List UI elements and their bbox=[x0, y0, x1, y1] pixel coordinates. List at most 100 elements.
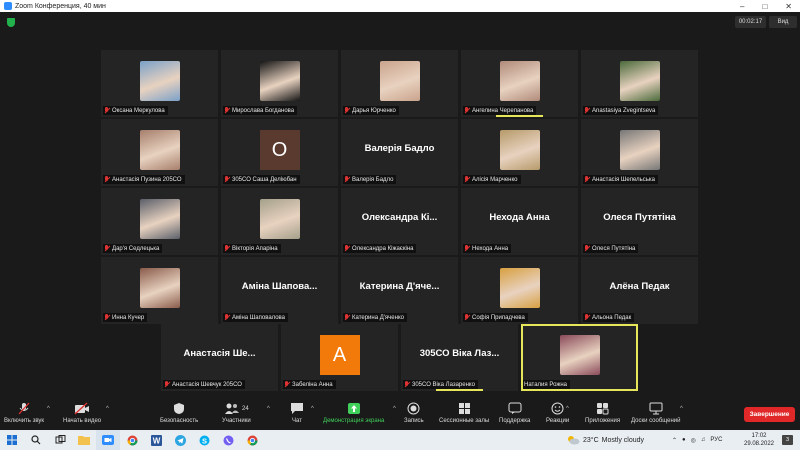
microphone-tray-icon[interactable]: ● bbox=[682, 437, 686, 443]
participant-tile[interactable]: Инна Кучер bbox=[101, 257, 218, 324]
muted-mic-icon bbox=[584, 314, 590, 321]
weather-widget[interactable]: 23°C Mostly cloudy bbox=[566, 430, 644, 450]
muted-mic-icon bbox=[464, 314, 470, 321]
support-button[interactable]: Поддержка bbox=[499, 402, 530, 424]
participant-name: Олеся Путятіна bbox=[592, 245, 636, 252]
participant-name-label: Олеся Путятіна bbox=[583, 244, 639, 253]
participant-tile[interactable]: Олеся Путятіна Олеся Путятіна bbox=[581, 188, 698, 255]
participant-tile[interactable]: Олександра Кі... Олександра Кіжаєкіна bbox=[341, 188, 458, 255]
breakout-rooms-button[interactable]: Сессионные залы bbox=[439, 402, 489, 424]
wifi-icon[interactable]: ◎ bbox=[691, 437, 696, 444]
record-button[interactable]: Запись bbox=[404, 402, 424, 424]
participant-tile[interactable]: Вікторія Апаріна bbox=[221, 188, 338, 255]
participant-tile[interactable]: А Забеліна Анна bbox=[281, 324, 398, 391]
participant-initial-avatar: А bbox=[319, 335, 360, 375]
participant-tile[interactable]: Мирослава Богданова bbox=[221, 50, 338, 117]
chat-options-caret-icon[interactable]: ^ bbox=[311, 406, 314, 412]
skype-icon[interactable]: S bbox=[192, 430, 216, 450]
participants-icon: 24 bbox=[224, 402, 249, 415]
participant-name: Анастасія Шепельська bbox=[592, 176, 655, 183]
audio-button[interactable]: Включить звук bbox=[4, 402, 44, 424]
meeting-toolbar: Включить звук ^ Начать видео ^ Безопасно… bbox=[0, 400, 800, 430]
windows-start-icon[interactable] bbox=[0, 430, 24, 450]
muted-mic-icon bbox=[224, 245, 230, 252]
participant-name: 305СО Віка Лазаренко bbox=[412, 381, 475, 388]
video-options-caret-icon[interactable]: ^ bbox=[106, 406, 109, 412]
participant-tile[interactable]: Дар'я Седлецька bbox=[101, 188, 218, 255]
participant-name-label: Валерія Бадло bbox=[343, 175, 397, 184]
participant-name: Вікторія Апаріна bbox=[232, 245, 278, 252]
participant-tile[interactable]: Оксана Меркулова bbox=[101, 50, 218, 117]
notification-center-icon[interactable]: 3 bbox=[782, 435, 793, 445]
participant-tile[interactable]: Наталия Рожна bbox=[521, 324, 638, 391]
telegram-icon[interactable] bbox=[168, 430, 192, 450]
muted-mic-icon bbox=[344, 245, 350, 252]
participants-button[interactable]: 24 Участники bbox=[222, 402, 251, 424]
participant-tile[interactable]: Анастасія Пузина 205СО bbox=[101, 119, 218, 186]
chrome-icon[interactable] bbox=[120, 430, 144, 450]
participant-tile[interactable]: Алёна Педак Альона Педак bbox=[581, 257, 698, 324]
participants-options-caret-icon[interactable]: ^ bbox=[267, 406, 270, 412]
participant-name-label: Дар'я Седлецька bbox=[103, 244, 163, 253]
end-meeting-button[interactable]: Завершение bbox=[744, 407, 795, 422]
chrome-profile-icon[interactable] bbox=[240, 430, 264, 450]
participant-name: Алісія Марченко bbox=[472, 176, 518, 183]
participant-tile[interactable]: Софія Припадчева bbox=[461, 257, 578, 324]
participant-name-label: Вікторія Апаріна bbox=[223, 244, 281, 253]
participant-tile[interactable]: Ангелина Черепанова bbox=[461, 50, 578, 117]
participant-tile[interactable]: Валерія Бадло Валерія Бадло bbox=[341, 119, 458, 186]
volume-icon[interactable]: ♫ bbox=[701, 437, 706, 443]
participant-tile[interactable]: Нехода Анна Нехода Анна bbox=[461, 188, 578, 255]
participant-display-name: 305СО Віка Лаз... bbox=[419, 348, 500, 359]
participant-name-label: Мирослава Богданова bbox=[223, 106, 298, 115]
participant-tile[interactable]: Anastasiya Zvegintseva bbox=[581, 50, 698, 117]
participant-tile[interactable]: Алісія Марченко bbox=[461, 119, 578, 186]
participant-name-label: 305СО Саша Деліюбан bbox=[223, 175, 300, 184]
participant-tile[interactable]: Анастасія Шепельська bbox=[581, 119, 698, 186]
share-options-caret-icon[interactable]: ^ bbox=[393, 406, 396, 412]
whiteboards-button[interactable]: Доски сообщений bbox=[631, 402, 681, 424]
chat-label: Чат bbox=[292, 418, 302, 424]
encryption-shield-icon[interactable] bbox=[7, 18, 15, 27]
participant-name: Инна Кучер bbox=[112, 314, 145, 321]
participant-name: Софія Припадчева bbox=[472, 314, 525, 321]
participant-name-label: Анастасія Пузина 205СО bbox=[103, 175, 185, 184]
file-explorer-icon[interactable] bbox=[72, 430, 96, 450]
audio-options-caret-icon[interactable]: ^ bbox=[47, 406, 50, 412]
participant-name: Валерія Бадло bbox=[352, 176, 394, 183]
participant-tile[interactable]: 305СО Віка Лаз... 305СО Віка Лазаренко bbox=[401, 324, 518, 391]
participant-tile[interactable]: Аміна Шапова... Аміна Шаповалова bbox=[221, 257, 338, 324]
view-button[interactable]: Вид bbox=[769, 16, 797, 28]
participant-name: Анастасія Пузина 205СО bbox=[112, 176, 182, 183]
participant-tile[interactable]: Катерина Д'яче... Катерина Д'яченко bbox=[341, 257, 458, 324]
whiteboards-options-caret-icon[interactable]: ^ bbox=[680, 406, 683, 412]
participant-name: Нехода Анна bbox=[472, 245, 509, 252]
participants-count: 24 bbox=[241, 405, 249, 412]
participant-name: Оксана Меркулова bbox=[112, 107, 165, 114]
participant-photo bbox=[139, 268, 180, 308]
taskbar-clock[interactable]: 17:02 29.08.2022 bbox=[741, 432, 777, 448]
participant-tile[interactable]: О 305СО Саша Деліюбан bbox=[221, 119, 338, 186]
share-screen-button[interactable]: Демонстрация экрана bbox=[323, 402, 384, 424]
video-button[interactable]: Начать видео bbox=[63, 402, 101, 424]
participant-tile[interactable]: Дарья Юрченко bbox=[341, 50, 458, 117]
task-view-icon[interactable] bbox=[48, 430, 72, 450]
participant-name-label: Анастасія Шепельська bbox=[583, 175, 658, 184]
apps-button[interactable]: Приложения bbox=[585, 402, 620, 424]
security-button[interactable]: Безопасность bbox=[160, 402, 198, 424]
participant-name-label: Оксана Меркулова bbox=[103, 106, 168, 115]
reactions-options-caret-icon[interactable]: ^ bbox=[566, 406, 569, 412]
search-icon[interactable] bbox=[24, 430, 48, 450]
zoom-taskbar-icon[interactable] bbox=[96, 430, 120, 450]
minimize-button[interactable]: – bbox=[740, 2, 744, 11]
participant-tile[interactable]: Анастасія Ше... Анастасія Шевчук 205СО bbox=[161, 324, 278, 391]
show-hidden-icons-chevron-icon[interactable]: ⌃ bbox=[672, 437, 677, 444]
input-language[interactable]: РУС bbox=[710, 437, 722, 443]
participant-name: Олександра Кіжаєкіна bbox=[352, 245, 414, 252]
title-bar: Zoom Конференция, 40 мин – □ ✕ bbox=[0, 0, 800, 12]
chat-button[interactable]: Чат bbox=[290, 402, 304, 424]
close-button[interactable]: ✕ bbox=[785, 2, 792, 11]
maximize-button[interactable]: □ bbox=[762, 2, 767, 11]
viber-icon[interactable] bbox=[216, 430, 240, 450]
word-icon[interactable]: W bbox=[144, 430, 168, 450]
